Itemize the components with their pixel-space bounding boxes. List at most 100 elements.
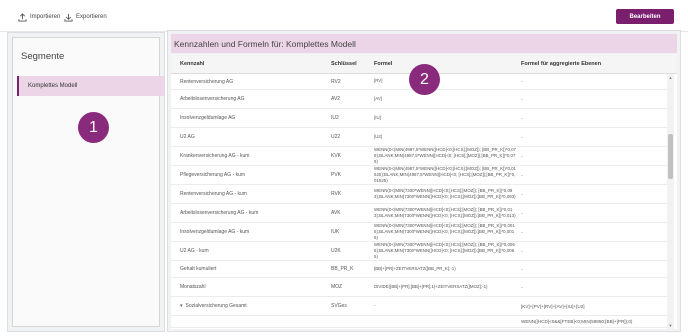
column-header-formel[interactable]: Formel xyxy=(374,61,392,67)
row-schluessel: AVK xyxy=(331,210,341,216)
table-row[interactable]: Rentenversicherung AG - kum RVK WENN(0<(MI… xyxy=(171,185,667,204)
formulas-panel-title: Kennzahlen und Formeln für: Komplettes M… xyxy=(171,34,677,53)
row-formel-aggregiert: - xyxy=(521,284,523,290)
row-kennzahl: ▾ Sozialversicherung Gesamt xyxy=(180,297,320,315)
row-formel-aggregiert: - xyxy=(521,229,523,235)
table-row[interactable]: Insolvenzgeldumlage AG IU2 [IU] - xyxy=(171,109,667,128)
row-formel-aggregiert: - xyxy=(521,153,523,159)
row-kennzahl-label: Sozialversicherung Gesamt xyxy=(185,303,247,309)
row-kennzahl-label: U2 AG - kum xyxy=(180,248,209,254)
row-schluessel: RVK xyxy=(331,191,342,197)
table-row[interactable]: U2 AG - kum U2K WENN(0<(MIN(7300*WENN([HCD… xyxy=(171,242,667,261)
row-schluessel xyxy=(331,316,373,327)
row-kennzahl-label: Monatszahl xyxy=(180,284,206,290)
row-kennzahl-label: U2 AG xyxy=(180,134,195,140)
row-schluessel: U2K xyxy=(331,248,341,254)
row-kennzahl: Monatszahl xyxy=(180,278,320,296)
export-label: Exportieren xyxy=(76,14,107,20)
table-row[interactable]: Arbeitslosenversicherung AG - kum AVK WENN… xyxy=(171,204,667,223)
row-formel-aggregiert: - xyxy=(521,115,523,121)
download-icon xyxy=(64,13,73,22)
row-kennzahl-label: Gehalt kumuliert xyxy=(180,266,217,272)
row-schluessel: KVK xyxy=(331,153,342,159)
segments-panel-inner: Segmente Komplettes Modell xyxy=(12,37,165,327)
row-formel-aggregiert: [KV]+[PV]+[RV]+[AV]+[IU]+[U2] xyxy=(521,303,585,309)
row-formel-aggregiert: - xyxy=(521,134,523,140)
row-formel: WENN(0<(MIN(7300*WENN([HCD]<0;[HCS];[MOZ… xyxy=(374,241,515,260)
row-formel-aggregiert: WENN([HCD]<0&&[FTEB]<0;MIN(59850;[BB]+[P… xyxy=(521,319,633,324)
row-formel: [U2] xyxy=(374,133,383,139)
row-schluessel: BB_PR_K xyxy=(331,266,354,272)
row-formel: [RV] xyxy=(374,78,383,84)
import-button[interactable]: Importieren xyxy=(18,11,60,23)
segments-panel: Segmente Komplettes Modell xyxy=(7,32,165,332)
callout-marker-2: 2 xyxy=(409,64,440,95)
row-formel-aggregiert: - xyxy=(521,96,523,102)
table-row[interactable]: Pflegeversicherung AG - kum PVK WENN(0<(MI… xyxy=(171,166,667,185)
row-kennzahl: Gehalt kumuliert xyxy=(180,261,320,277)
row-formel-aggregiert: - xyxy=(521,79,523,84)
export-button[interactable]: Exportieren xyxy=(64,11,107,23)
column-header-schluessel[interactable]: Schlüssel xyxy=(331,61,357,67)
row-kennzahl: U2 AG xyxy=(180,128,320,146)
row-kennzahl: Rentenversicherung AG - kum xyxy=(180,185,320,203)
row-kennzahl-label: Arbeitslosenversicherung AG - kum xyxy=(180,210,259,216)
row-kennzahl: Arbeitslosenversicherung AG xyxy=(180,90,320,108)
callout-marker-1: 1 xyxy=(78,112,109,143)
row-kennzahl: Insolvenzgeldumlage AG - kum xyxy=(180,223,320,241)
scroll-up-icon[interactable]: ▲ xyxy=(668,75,673,80)
table-body: Rentenversicherung AG RV2 [RV] - Arbeitslose… xyxy=(171,74,667,328)
table-row[interactable]: Insolvenzgeldumlage AG - kum IUK WENN(0<(M… xyxy=(171,223,667,242)
row-formel: [AV] xyxy=(374,95,382,101)
scroll-down-icon[interactable]: ▼ xyxy=(668,323,673,328)
row-formel: [IU] xyxy=(374,114,381,120)
row-formel: WENN(0<(MIN(4987,5*WENN([HCD]<0;[HCS];[M… xyxy=(374,146,516,165)
table-row[interactable]: ▾ Sozialversicherung Gesamt SVGes - [KV]+[PV… xyxy=(171,297,667,316)
row-kennzahl-label: Krankenversicherung AG - kum xyxy=(180,153,250,159)
row-schluessel: IU2 xyxy=(331,115,339,121)
row-kennzahl-label: Pflegeversicherung AG - kum xyxy=(180,172,246,178)
row-schluessel: U22 xyxy=(331,134,341,140)
formulas-table: Kennzahl Schlüssel Formel Formel für agg… xyxy=(171,54,677,329)
row-formel: WENN(0<(MIN(7300*WENN([HCD]<0;[HCS];[MOZ… xyxy=(374,187,516,199)
edit-button[interactable]: Bearbeiten xyxy=(616,9,674,24)
upload-icon xyxy=(18,12,27,22)
column-header-formel-aggregiert[interactable]: Formel für aggregierte Ebenen xyxy=(521,61,601,67)
row-formel: DIVIDE([BB]+[PR];[BB]+[PR];1)+ZEITVERSAT… xyxy=(374,283,488,289)
table-row[interactable]: Monatszahl MOZ DIVIDE([BB]+[PR];[BB]+[PR];… xyxy=(171,278,667,297)
row-kennzahl: Insolvenzgeldumlage AG xyxy=(180,109,320,127)
row-formel-aggregiert: - xyxy=(521,172,523,178)
row-schluessel: MOZ xyxy=(331,284,343,290)
row-schluessel: AV2 xyxy=(331,96,341,102)
chevron-down-icon[interactable]: ▾ xyxy=(180,303,183,309)
segments-title: Segmente xyxy=(21,51,65,62)
row-formel: [BB]+[PR]+ZEITVERSATZ([BB_PR_K];-1) xyxy=(374,265,456,271)
row-schluessel: PVK xyxy=(331,172,342,178)
row-formel: WENN(0<(MIN(7300*WENN([HCD]<0;[HCS];[MOZ… xyxy=(374,206,516,218)
table-row[interactable]: WENN([HCD]<0&&[FTEB]<0;MIN(59850;[BB]+[P… xyxy=(171,316,667,328)
row-formel-aggregiert: - xyxy=(521,210,523,216)
vertical-scrollbar[interactable]: ▲ ▼ xyxy=(667,74,674,329)
row-formel: WENN(0<(MIN(4987,5*WENN([HCD]<0;[HCS];[M… xyxy=(374,165,516,184)
row-kennzahl-label: Rentenversicherung AG - kum xyxy=(180,191,247,197)
segment-item-komplettes-modell[interactable]: Komplettes Modell xyxy=(17,76,165,96)
row-kennzahl: Krankenversicherung AG - kum xyxy=(180,147,320,165)
row-formel-aggregiert: - xyxy=(521,191,523,197)
top-toolbar: Importieren Exportieren Bearbeiten xyxy=(0,0,688,32)
row-schluessel: SVGes xyxy=(331,303,347,309)
row-kennzahl: Rentenversicherung AG xyxy=(180,74,320,89)
row-schluessel: IUK xyxy=(331,229,340,235)
table-row[interactable]: Krankenversicherung AG - kum KVK WENN(0<(M… xyxy=(171,147,667,166)
row-schluessel: RV2 xyxy=(331,78,341,85)
row-formel xyxy=(374,316,516,327)
row-kennzahl xyxy=(187,316,327,327)
table-row[interactable]: U2 AG U22 [U2] - xyxy=(171,128,667,147)
row-formel-aggregiert: - xyxy=(521,266,523,272)
column-header-kennzahl[interactable]: Kennzahl xyxy=(180,61,204,67)
row-kennzahl: Pflegeversicherung AG - kum xyxy=(180,166,320,184)
row-kennzahl: Arbeitslosenversicherung AG - kum xyxy=(180,204,320,222)
row-formel: - xyxy=(374,302,376,308)
row-kennzahl: U2 AG - kum xyxy=(180,242,320,260)
table-row[interactable]: Gehalt kumuliert BB_PR_K [BB]+[PR]+ZEITVER… xyxy=(171,261,667,278)
scrollbar-thumb[interactable] xyxy=(668,134,673,179)
